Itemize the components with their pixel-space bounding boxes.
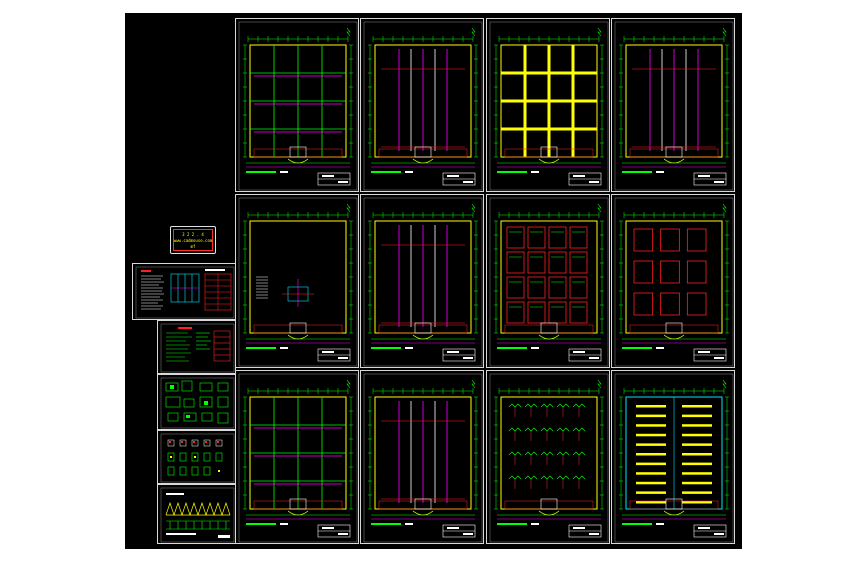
floor-plan-drawing bbox=[614, 373, 734, 543]
floor-plan-sheet[interactable] bbox=[360, 194, 484, 368]
equipment-legend-sheet[interactable] bbox=[157, 320, 236, 374]
stamp-line-1: 3 2 2 . 4 bbox=[182, 232, 204, 237]
equipment-legend-graphic bbox=[160, 323, 235, 373]
design-notes-sheet[interactable] bbox=[132, 263, 236, 320]
floor-plan-drawing bbox=[238, 197, 358, 367]
floor-plan-sheet[interactable] bbox=[611, 18, 735, 192]
floor-plan-drawing bbox=[238, 21, 358, 191]
stamp-line-3: mf bbox=[190, 244, 196, 249]
floor-plan-drawing bbox=[363, 21, 483, 191]
floor-plan-drawing bbox=[489, 373, 609, 543]
system-diagram-sheet[interactable] bbox=[157, 484, 236, 544]
floor-plan-sheet[interactable] bbox=[486, 18, 610, 192]
floor-plan-sheet[interactable] bbox=[235, 370, 359, 544]
floor-plan-sheet[interactable] bbox=[611, 194, 735, 368]
floor-plan-sheet[interactable] bbox=[235, 18, 359, 192]
design-notes-graphic bbox=[135, 266, 235, 319]
floor-plan-drawing bbox=[614, 21, 734, 191]
floor-plan-drawing bbox=[363, 197, 483, 367]
detail-a-graphic bbox=[160, 377, 235, 429]
floor-plan-sheet[interactable] bbox=[360, 18, 484, 192]
floor-plan-drawing bbox=[363, 373, 483, 543]
floor-plan-drawing bbox=[238, 373, 358, 543]
floor-plan-sheet[interactable] bbox=[486, 194, 610, 368]
floor-plan-sheet[interactable] bbox=[235, 194, 359, 368]
floor-plan-sheet[interactable] bbox=[611, 370, 735, 544]
detail-sheet-b[interactable] bbox=[157, 430, 236, 484]
detail-b-graphic bbox=[160, 433, 235, 483]
detail-sheet-a[interactable] bbox=[157, 374, 236, 430]
system-diagram-graphic bbox=[160, 487, 235, 543]
floor-plan-sheet[interactable] bbox=[360, 370, 484, 544]
stamp-line-2: www.cadmouse.com bbox=[173, 238, 213, 243]
floor-plan-drawing bbox=[489, 21, 609, 191]
cad-watermark-stamp: 3 2 2 . 4 www.cadmouse.com mf bbox=[170, 226, 216, 254]
floor-plan-drawing bbox=[614, 197, 734, 367]
cad-drawing-viewport[interactable]: 3 2 2 . 4 www.cadmouse.com mf bbox=[125, 13, 742, 549]
floor-plan-drawing bbox=[489, 197, 609, 367]
floor-plan-sheet[interactable] bbox=[486, 370, 610, 544]
